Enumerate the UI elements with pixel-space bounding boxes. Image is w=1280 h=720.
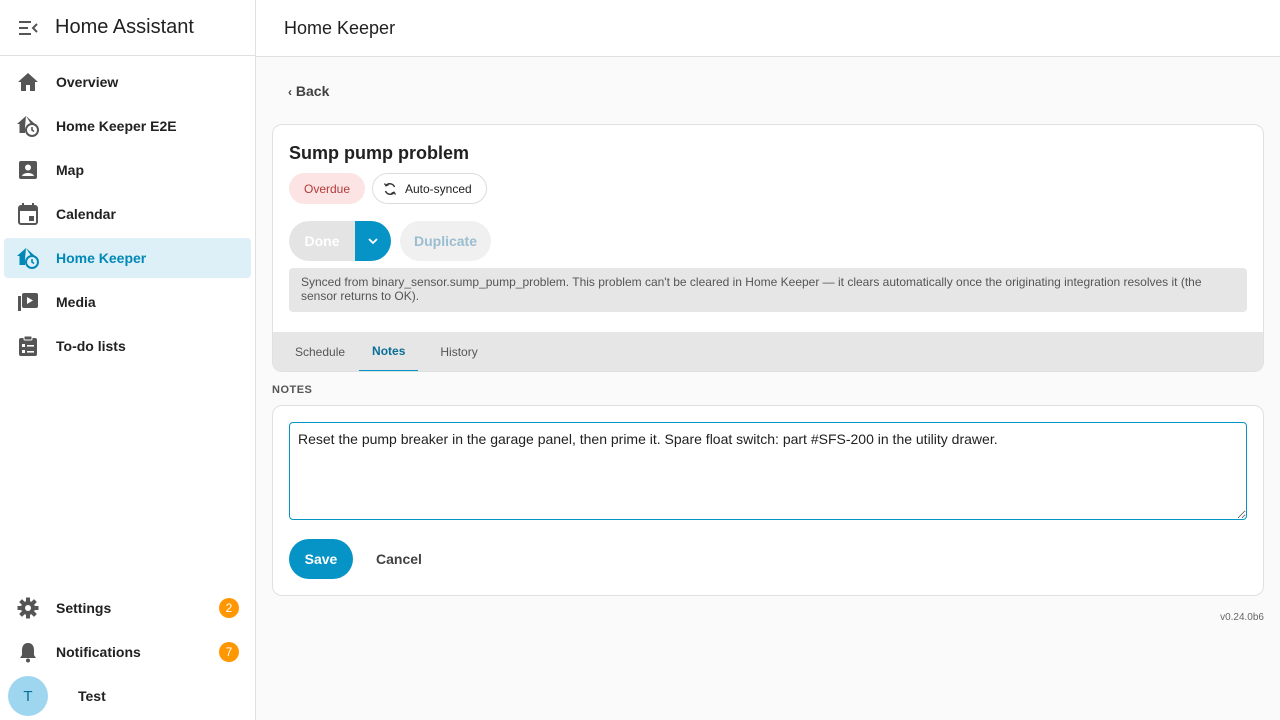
user-name: Test bbox=[78, 688, 106, 704]
account-box-icon bbox=[4, 160, 52, 180]
sidebar: Home Assistant Overview Home Keeper E2E … bbox=[0, 0, 256, 720]
chevron-left-icon: ‹ bbox=[288, 85, 292, 99]
sidebar-nav: Overview Home Keeper E2E Map Calendar Ho… bbox=[0, 56, 255, 366]
calendar-icon bbox=[4, 203, 52, 225]
home-icon bbox=[4, 72, 52, 92]
clipboard-list-icon bbox=[4, 335, 52, 357]
sidebar-item-todo-lists[interactable]: To-do lists bbox=[4, 326, 251, 366]
sidebar-item-home-keeper-e2e[interactable]: Home Keeper E2E bbox=[4, 106, 251, 146]
auto-synced-label: Auto-synced bbox=[405, 181, 472, 196]
sidebar-item-label: To-do lists bbox=[56, 338, 126, 354]
home-clock-icon bbox=[4, 247, 52, 269]
menu-toggle-button[interactable] bbox=[0, 0, 56, 56]
gear-icon bbox=[4, 597, 52, 619]
done-button[interactable]: Done bbox=[289, 221, 355, 261]
sidebar-item-notifications[interactable]: Notifications 7 bbox=[0, 630, 255, 674]
avatar: T bbox=[8, 676, 48, 716]
sync-icon bbox=[383, 182, 397, 195]
sidebar-item-media[interactable]: Media bbox=[4, 282, 251, 322]
tab-history[interactable]: History bbox=[418, 332, 491, 371]
notes-section-label: NOTES bbox=[272, 384, 313, 396]
tab-notes[interactable]: Notes bbox=[359, 332, 419, 371]
tab-schedule[interactable]: Schedule bbox=[273, 332, 359, 371]
sidebar-item-label: Calendar bbox=[56, 206, 116, 222]
sidebar-item-label: Notifications bbox=[56, 644, 141, 660]
sidebar-item-user[interactable]: T Test bbox=[0, 674, 255, 718]
version-label: v0.24.0b6 bbox=[1220, 612, 1264, 623]
sidebar-item-overview[interactable]: Overview bbox=[4, 62, 251, 102]
menu-open-icon bbox=[19, 20, 38, 35]
chevron-down-icon bbox=[368, 238, 378, 245]
task-title: Sump pump problem bbox=[289, 143, 469, 163]
back-button[interactable]: ‹ Back bbox=[288, 83, 329, 99]
sidebar-item-label: Media bbox=[56, 294, 96, 310]
sidebar-item-map[interactable]: Map bbox=[4, 150, 251, 190]
status-badge: Overdue bbox=[289, 173, 366, 204]
sidebar-bottom: Settings 2 Notifications 7 T Test bbox=[0, 586, 255, 720]
sidebar-item-home-keeper[interactable]: Home Keeper bbox=[4, 238, 251, 278]
sidebar-item-label: Home Keeper bbox=[56, 250, 147, 266]
sidebar-header: Home Assistant bbox=[0, 0, 255, 56]
task-card: Sump pump problem Overdue Auto-synced Do… bbox=[272, 124, 1264, 372]
notifications-badge: 7 bbox=[219, 642, 239, 662]
notes-card: Reset the pump breaker in the garage pan… bbox=[272, 405, 1264, 596]
sidebar-item-settings[interactable]: Settings 2 bbox=[0, 586, 255, 630]
sidebar-item-label: Home Keeper E2E bbox=[56, 118, 177, 134]
auto-synced-chip: Auto-synced bbox=[372, 173, 487, 204]
play-box-multiple-icon bbox=[4, 292, 52, 312]
main-content: ‹ Back Sump pump problem Overdue Auto-sy… bbox=[256, 57, 1280, 720]
home-clock-icon bbox=[4, 115, 52, 137]
sidebar-item-label: Settings bbox=[56, 600, 112, 616]
sidebar-item-label: Map bbox=[56, 162, 84, 178]
synced-info-note: Synced from binary_sensor.sump_pump_prob… bbox=[289, 268, 1247, 312]
back-label: Back bbox=[295, 83, 330, 99]
duplicate-button[interactable]: Duplicate bbox=[400, 221, 491, 261]
notes-textarea[interactable]: Reset the pump breaker in the garage pan… bbox=[289, 422, 1247, 520]
top-header: Home Keeper bbox=[256, 0, 1280, 57]
bell-icon bbox=[4, 641, 52, 663]
cancel-button[interactable]: Cancel bbox=[369, 539, 429, 579]
sidebar-item-calendar[interactable]: Calendar bbox=[4, 194, 251, 234]
save-button[interactable]: Save bbox=[289, 539, 353, 579]
task-tabs: Schedule Notes History bbox=[273, 332, 1263, 371]
app-title: Home Assistant bbox=[55, 16, 194, 38]
done-options-button[interactable] bbox=[355, 221, 391, 261]
settings-badge: 2 bbox=[219, 598, 239, 618]
sidebar-item-label: Overview bbox=[56, 74, 119, 90]
page-title: Home Keeper bbox=[284, 17, 396, 38]
